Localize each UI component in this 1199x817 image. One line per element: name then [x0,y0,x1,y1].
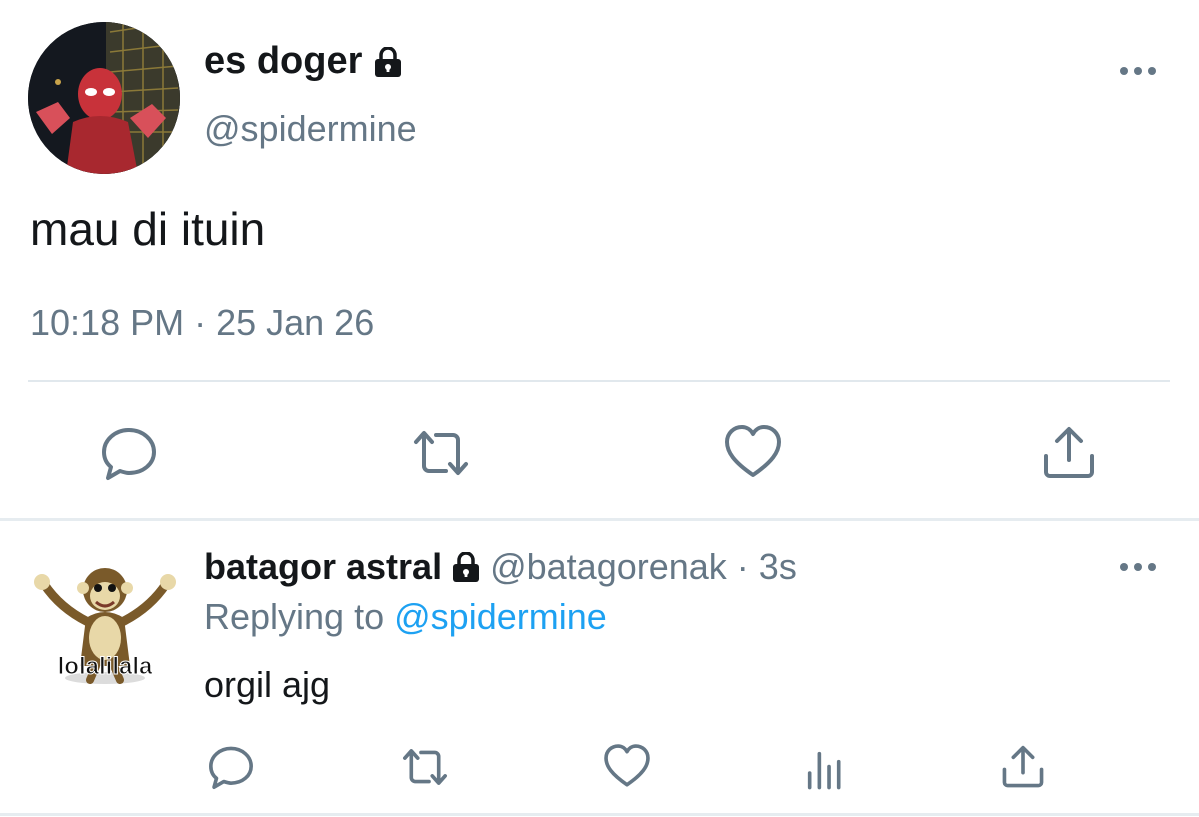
section-separator [0,518,1199,521]
lock-icon [453,552,480,582]
more-horizontal-icon[interactable] [1116,552,1160,582]
bottom-divider [0,813,1199,816]
share-icon[interactable] [998,742,1048,792]
share-icon[interactable] [1038,422,1100,484]
retweet-icon[interactable] [400,742,450,792]
avatar-caption: lolalilala [58,653,153,680]
reply-icon[interactable] [206,742,256,792]
replying-prefix: Replying to [204,596,385,637]
reply-icon[interactable] [98,422,160,484]
replying-to: Replying to @spidermine [204,596,607,638]
reply-time[interactable]: 3s [759,546,797,588]
divider [28,380,1170,382]
reply-separator: · [736,546,749,587]
avatar[interactable] [28,22,180,174]
reply-avatar[interactable]: lolalilala [30,538,180,688]
heart-icon[interactable] [602,742,652,792]
reply-handle[interactable]: @batagorenak [490,546,727,588]
analytics-icon[interactable] [800,744,850,794]
reply-display-name[interactable]: batagor astral [204,546,442,588]
lock-icon [375,46,402,77]
handle[interactable]: @spidermine [204,108,417,150]
avatar-image: lolalilala [30,538,180,688]
reply-text: orgil ajg [204,664,331,705]
timestamp[interactable]: 10:18 PM · 25 Jan 26 [30,302,374,344]
replying-handle-link[interactable]: @spidermine [394,596,607,637]
display-name-row: es doger [204,40,402,83]
tweet-text: mau di ituin [30,203,266,255]
retweet-icon[interactable] [410,422,472,484]
reply-header: batagor astral @batagorenak · 3s [204,546,797,588]
more-horizontal-icon[interactable] [1116,56,1160,86]
display-name[interactable]: es doger [204,40,362,83]
avatar-image [28,22,180,174]
heart-icon[interactable] [722,422,784,484]
